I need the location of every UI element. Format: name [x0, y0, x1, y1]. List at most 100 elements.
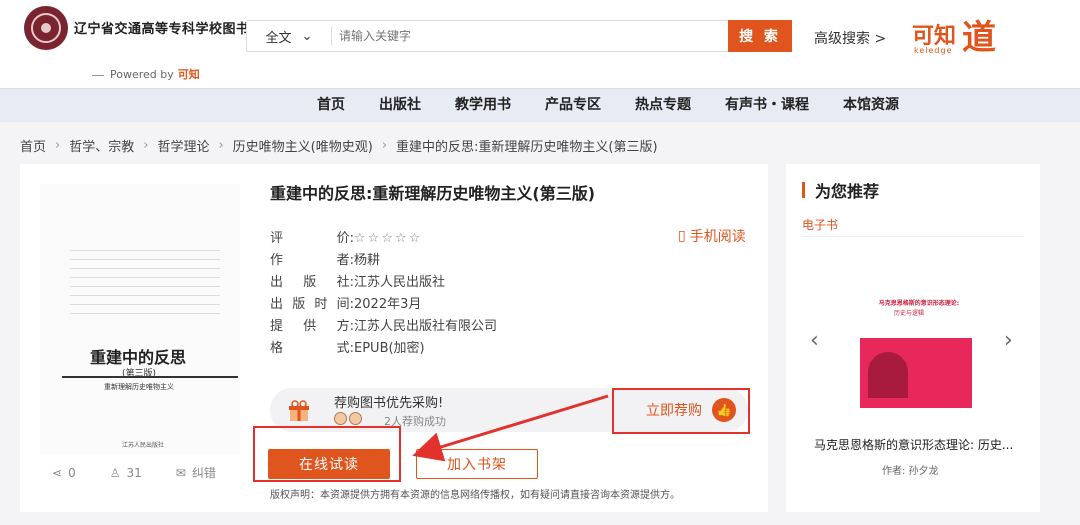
tab-ebook[interactable]: 电子书	[802, 216, 838, 233]
recommend-now-button[interactable]: 立即荐购 👍	[646, 398, 736, 422]
carousel-prev-icon[interactable]: ‹	[810, 328, 819, 353]
rating-label: 评价:	[270, 231, 354, 246]
recommended-book-author: 作者: 孙夕龙	[882, 466, 939, 477]
publisher-label: 出版社:	[270, 275, 354, 290]
report-label: 纠错	[191, 466, 216, 480]
publisher-value[interactable]: 江苏人民出版社	[354, 272, 445, 294]
share-icon: ⋖	[52, 465, 63, 480]
book-title: 重建中的反思:重新理解历史唯物主义(第三版)	[270, 184, 596, 203]
format-value: EPUB(加密)	[354, 341, 425, 356]
recommendation-header: 为您推荐	[802, 178, 879, 202]
nav-item-topics[interactable]: 热点专题	[618, 89, 708, 123]
gift-icon	[289, 400, 309, 421]
add-to-shelf-button[interactable]: 加入书架	[416, 449, 538, 479]
author-label: 作者:	[270, 253, 354, 268]
recommend-avatars	[334, 412, 362, 425]
recommended-book-cover[interactable]: 马克思恩格斯的意识形态理论: 历史与逻辑	[860, 274, 972, 414]
thumbs-up-icon: 👍	[712, 398, 736, 422]
chevron-right-icon: ›	[143, 138, 149, 153]
book-detail-card: 重建中的反思 (第三版) 重新理解历史唯物主义 江苏人民出版社 ⋖ 0 ♙ 31 ✉…	[20, 164, 768, 512]
breadcrumb: 首页 › 哲学、宗教 › 哲学理论 › 历史唯物主义(唯物史观) › 重建中的反…	[20, 136, 658, 155]
search-scope-select[interactable]: 全文 ⌄	[247, 21, 331, 51]
mobile-read-link[interactable]: ▯ 手机阅读	[678, 226, 746, 246]
rec-cover-title: 马克思恩格斯的意识形态理论:	[878, 300, 960, 307]
book-stats: ⋖ 0 ♙ 31 ✉ 纠错	[52, 464, 216, 481]
info-row-format: 格式: EPUB(加密)	[270, 338, 497, 360]
logo-ring	[31, 13, 61, 43]
search-scope-label: 全文	[265, 30, 292, 46]
chevron-right-icon: ›	[55, 138, 61, 153]
recommendation-heading: 为您推荐	[815, 182, 880, 201]
provider-value: 江苏人民出版社有限公司	[354, 319, 498, 334]
cover-rule	[62, 376, 238, 378]
book-info: 评价: ☆☆☆☆☆ 作者: 杨耕 出版社: 江苏人民出版社 出版时间: 2022…	[270, 228, 497, 360]
search-button[interactable]: 搜 索	[728, 20, 792, 52]
info-row-author: 作者: 杨耕	[270, 250, 497, 272]
report-stat[interactable]: ✉ 纠错	[176, 464, 216, 481]
mobile-read-label: 手机阅读	[689, 229, 746, 245]
nav-item-home[interactable]: 首页	[300, 89, 362, 123]
tab-divider	[802, 236, 1024, 237]
search-input[interactable]	[339, 25, 719, 47]
main-nav: 首页 出版社 教学用书 产品专区 热点专题 有声书・课程 本馆资源	[0, 88, 1080, 122]
recommend-title: 荐购图书优先采购!	[334, 396, 444, 411]
nav-item-local[interactable]: 本馆资源	[826, 89, 916, 123]
avatar	[349, 412, 362, 425]
nav-item-textbooks[interactable]: 教学用书	[438, 89, 528, 123]
search-divider	[331, 27, 332, 45]
user-icon: ♙	[109, 465, 121, 480]
info-row-provider: 提供方: 江苏人民出版社有限公司	[270, 316, 497, 338]
chevron-right-icon: ›	[218, 138, 224, 153]
brand-sub: keledge	[914, 46, 953, 55]
keledge-logo[interactable]: 可知 keledge 道	[912, 10, 1012, 58]
nav-item-publishers[interactable]: 出版社	[362, 89, 438, 123]
rating-stars[interactable]: ☆☆☆☆☆	[354, 228, 422, 250]
advanced-search-link[interactable]: 高级搜索 >	[814, 28, 886, 48]
powered-brand: 可知	[177, 68, 200, 81]
breadcrumb-item[interactable]: 哲学理论	[157, 136, 209, 155]
chevron-right-icon: ›	[381, 138, 388, 153]
cover-decoration	[70, 242, 220, 332]
cover-subtitle: 重新理解历史唯物主义	[104, 383, 174, 391]
chevron-down-icon: ⌄	[301, 28, 313, 44]
mail-icon: ✉	[175, 465, 186, 480]
powered-line	[92, 74, 104, 76]
nav-item-products[interactable]: 产品专区	[528, 89, 618, 123]
user-count: 31	[126, 465, 142, 480]
read-online-button[interactable]: 在线试读	[268, 449, 390, 479]
breadcrumb-current: 重建中的反思:重新理解历史唯物主义(第三版)	[396, 140, 658, 155]
info-row-date: 出版时间: 2022年3月	[270, 294, 497, 316]
cover-publisher: 江苏人民出版社	[122, 442, 165, 449]
recommended-book-title[interactable]: 马克思恩格斯的意识形态理论: 历史...	[814, 436, 1013, 453]
breadcrumb-item[interactable]: 历史唯物主义(唯物史观)	[233, 136, 373, 155]
rec-cover-figure	[868, 352, 908, 398]
format-label: 格式:	[270, 341, 354, 356]
nav-item-audio[interactable]: 有声书・课程	[708, 89, 826, 123]
library-name[interactable]: 辽宁省交通高等专科学校图书馆	[74, 18, 263, 37]
powered-by-text: Powered by	[110, 68, 174, 81]
powered-by: Powered by 可知	[92, 66, 200, 82]
library-logo[interactable]	[24, 6, 68, 50]
share-count: 0	[68, 465, 76, 480]
carousel-next-icon[interactable]: ›	[1004, 328, 1013, 353]
avatar	[334, 412, 347, 425]
date-label: 出版时间:	[270, 297, 354, 312]
breadcrumb-item[interactable]: 首页	[20, 136, 46, 155]
nav-items: 首页 出版社 教学用书 产品专区 热点专题 有声书・课程 本馆资源	[300, 89, 916, 123]
share-stat[interactable]: ⋖ 0	[52, 464, 76, 481]
brand-glyph-icon: 道	[962, 18, 996, 58]
search-box: 全文 ⌄ 搜 索	[246, 20, 792, 52]
copyright-notice: 版权声明：本资源提供方拥有本资源的信息网络传播权，如有疑问请直接咨询本资源提供方…	[270, 490, 680, 501]
logo-dot	[41, 23, 51, 33]
info-row-rating: 评价: ☆☆☆☆☆	[270, 228, 497, 250]
date-value: 2022年3月	[354, 297, 422, 312]
author-value[interactable]: 杨耕	[354, 250, 380, 272]
rec-cover-subtitle: 历史与逻辑	[894, 310, 925, 317]
book-cover[interactable]: 重建中的反思 (第三版) 重新理解历史唯物主义 江苏人民出版社	[40, 184, 240, 454]
cover-title: 重建中的反思	[90, 348, 187, 367]
mobile-icon: ▯	[678, 228, 686, 244]
breadcrumb-item[interactable]: 哲学、宗教	[69, 136, 134, 155]
info-row-publisher: 出版社: 江苏人民出版社	[270, 272, 497, 294]
user-stat: ♙ 31	[110, 464, 142, 481]
recommendation-panel: 为您推荐 电子书 ‹ › 马克思恩格斯的意识形态理论: 历史与逻辑 马克思恩格斯…	[786, 164, 1040, 512]
